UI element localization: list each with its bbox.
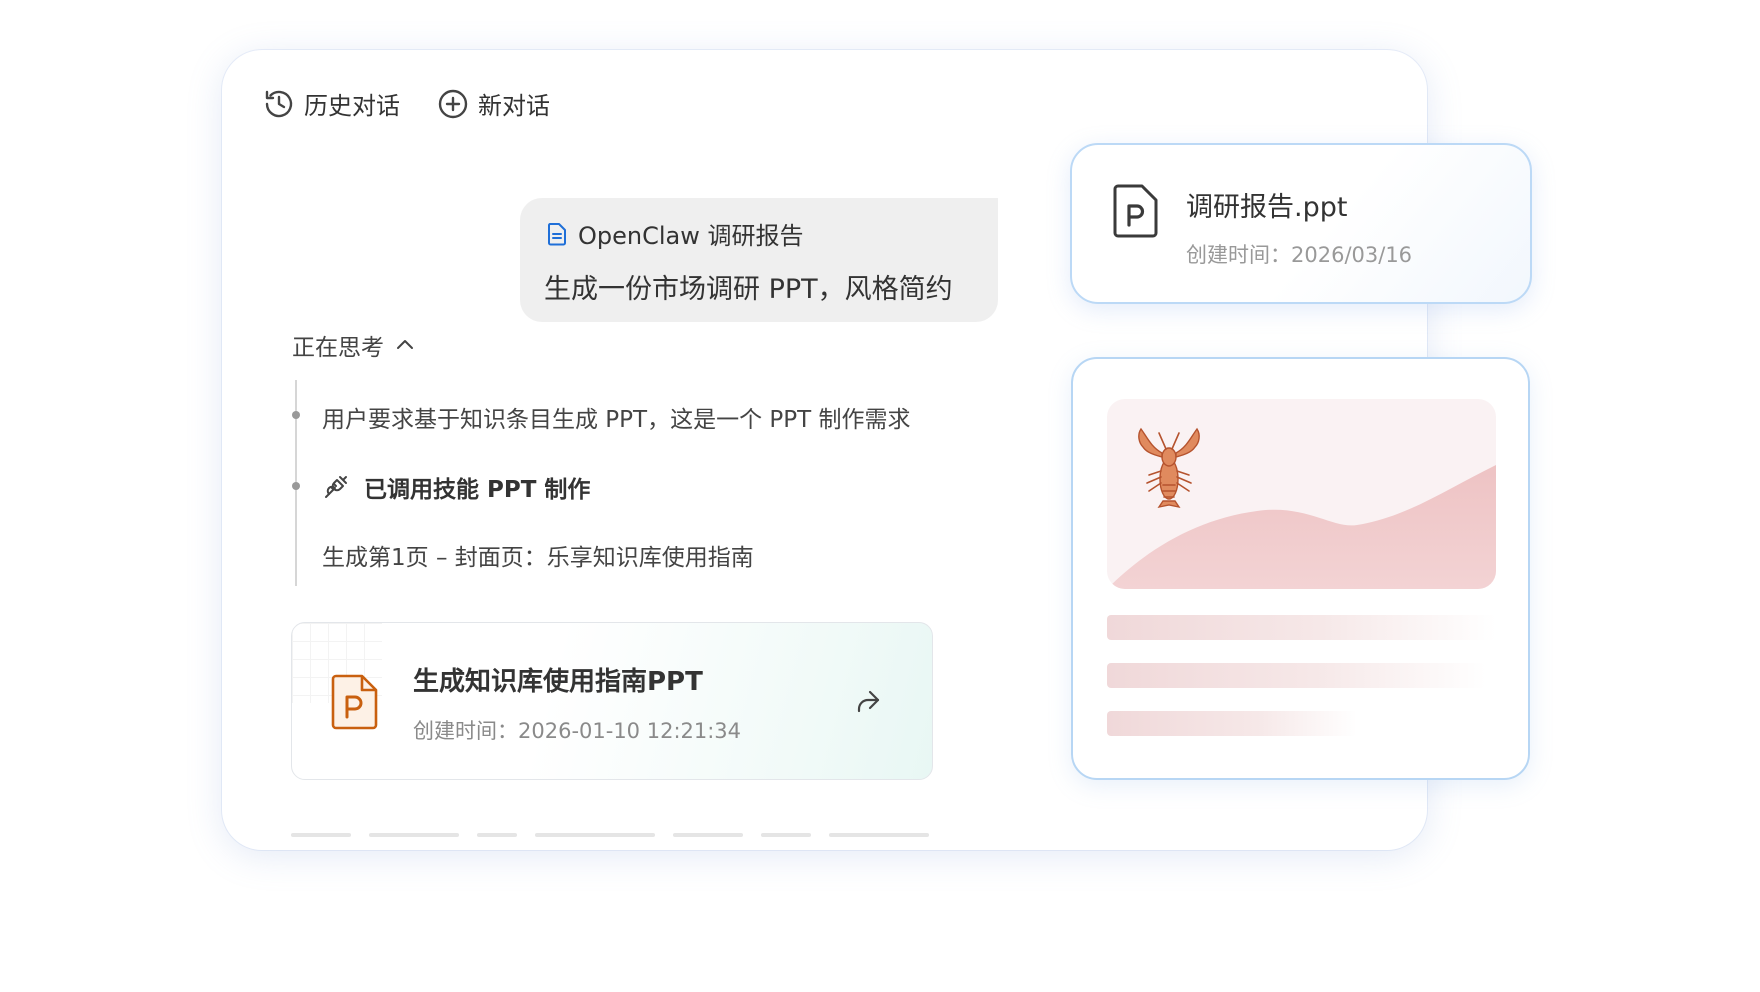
thinking-toggle[interactable]: 正在思考	[292, 328, 416, 362]
file-created-time: 创建时间：2026-01-10 12:21:34	[413, 719, 742, 743]
ppt-preview-card[interactable]	[1071, 357, 1530, 780]
history-icon	[265, 90, 293, 117]
chevron-up-icon	[397, 340, 413, 349]
text-line-placeholder	[1107, 615, 1496, 640]
timeline-dot	[292, 482, 300, 490]
share-icon[interactable]	[852, 685, 884, 717]
text-line-placeholder	[1107, 663, 1486, 688]
ppt-file-icon	[1113, 184, 1158, 238]
user-message-bubble: OpenClaw 调研报告 生成一份市场调研 PPT，风格简约	[520, 198, 998, 322]
thinking-label: 正在思考	[292, 335, 384, 361]
ppt-file-icon	[331, 674, 378, 730]
document-name: 调研报告.ppt	[1186, 192, 1348, 223]
top-toolbar: 历史对话 新对话	[262, 86, 586, 121]
timeline-dot	[292, 411, 300, 419]
faded-text-placeholder	[291, 822, 1011, 837]
file-title: 生成知识库使用指南PPT	[413, 667, 703, 697]
slide-preview	[1107, 399, 1496, 589]
skill-call-step: 已调用技能 PPT 制作	[322, 470, 590, 504]
thinking-step: 生成第1页 – 封面页：乐享知识库使用指南	[322, 538, 754, 572]
history-label: 历史对话	[304, 92, 400, 120]
text-line-placeholder	[1107, 711, 1357, 736]
document-card[interactable]: 调研报告.ppt 创建时间：2026/03/16	[1070, 143, 1532, 304]
thinking-step-text: 生成第1页 – 封面页：乐享知识库使用指南	[322, 545, 754, 571]
thinking-step-text: 用户要求基于知识条目生成 PPT，这是一个 PPT 制作需求	[322, 407, 911, 433]
plug-icon	[325, 476, 347, 498]
attachment-name: OpenClaw 调研报告	[578, 222, 804, 250]
document-icon	[548, 222, 566, 245]
user-message-text: 生成一份市场调研 PPT，风格简约	[544, 274, 953, 305]
thinking-step: 用户要求基于知识条目生成 PPT，这是一个 PPT 制作需求	[322, 400, 911, 434]
skill-call-text: 已调用技能 PPT 制作	[364, 477, 591, 503]
new-chat-label: 新对话	[478, 92, 550, 120]
history-button[interactable]: 历史对话	[262, 86, 400, 121]
attachment-chip[interactable]: OpenClaw 调研报告	[544, 216, 978, 251]
lobster-icon	[1138, 427, 1200, 509]
plus-circle-icon	[438, 89, 468, 118]
document-created-time: 创建时间：2026/03/16	[1186, 243, 1413, 267]
generated-file-card[interactable]: 生成知识库使用指南PPT 创建时间：2026-01-10 12:21:34	[291, 622, 933, 780]
new-chat-button[interactable]: 新对话	[436, 86, 550, 121]
